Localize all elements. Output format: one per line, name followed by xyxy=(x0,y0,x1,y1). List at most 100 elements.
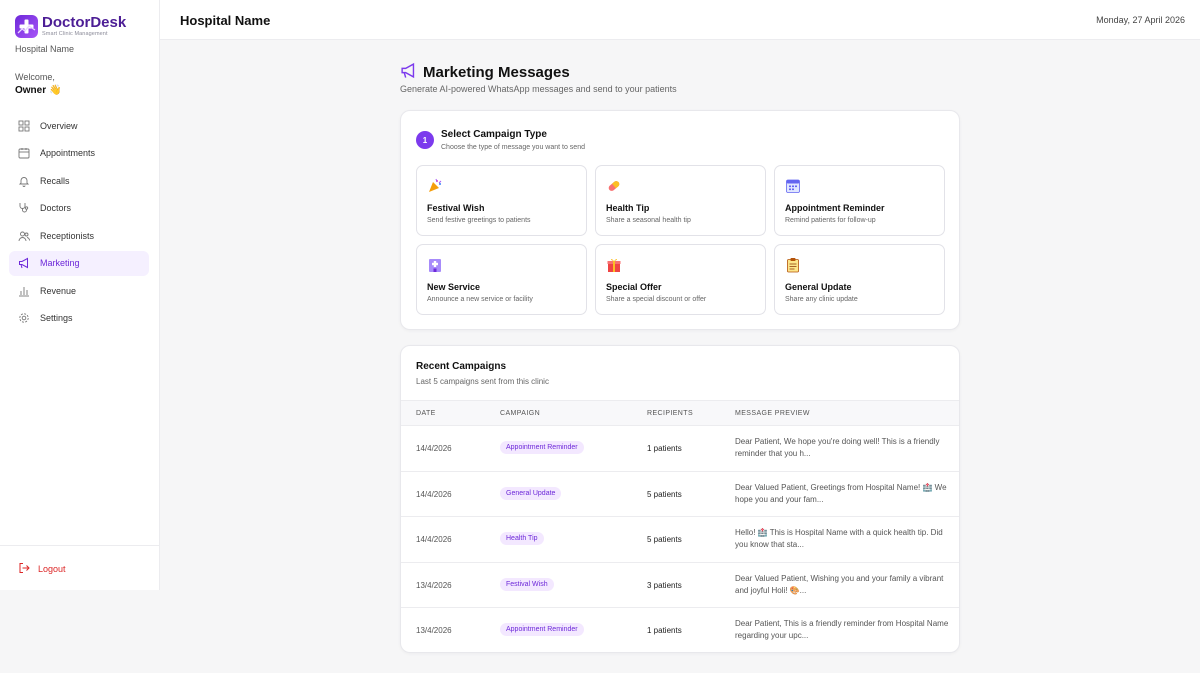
header-date: Monday, 27 April 2026 xyxy=(1096,15,1185,25)
campaign-type-appointment-reminder[interactable]: Appointment Reminder Remind patients for… xyxy=(774,165,945,236)
campaign-type-subtitle: Choose the type of message you want to s… xyxy=(441,144,585,151)
column-header-recipients: RECIPIENTS xyxy=(647,410,694,417)
brand[interactable]: DoctorDesk Smart Clinic Management xyxy=(15,15,126,38)
grid-icon xyxy=(18,120,30,132)
campaign-badge: General Update xyxy=(500,486,562,500)
user-name: Owner 👋 xyxy=(15,85,62,96)
row-recipients: 1 patients xyxy=(647,626,682,635)
campaign-type-new-service[interactable]: New Service Announce a new service or fa… xyxy=(416,244,587,315)
hospital-icon xyxy=(427,257,443,273)
gift-icon xyxy=(606,257,622,273)
row-date: 14/4/2026 xyxy=(416,444,452,453)
campaign-badge: Appointment Reminder xyxy=(500,623,584,636)
campaign-type-title: Select Campaign Type xyxy=(441,129,547,140)
sidebar-item-label: Receptionists xyxy=(40,230,95,241)
row-recipients: 5 patients xyxy=(647,535,682,544)
table-row[interactable]: 14/4/2026 Appointment Reminder 1 patient… xyxy=(401,426,959,472)
campaign-type-name: Health Tip xyxy=(606,203,650,213)
table-row[interactable]: 13/4/2026 Appointment Reminder 1 patient… xyxy=(401,608,959,652)
header-title: Hospital Name xyxy=(180,13,271,28)
top-header: Hospital Name Monday, 27 April 2026 xyxy=(160,0,1200,40)
gear-icon xyxy=(18,312,30,324)
sidebar-item-revenue[interactable]: Revenue xyxy=(9,278,149,303)
users-icon xyxy=(18,230,30,242)
sidebar: DoctorDesk Smart Clinic Management Hospi… xyxy=(0,0,160,590)
row-date: 14/4/2026 xyxy=(416,535,452,544)
campaign-type-festival-wish[interactable]: Festival Wish Send festive greetings to … xyxy=(416,165,587,236)
sidebar-hospital-name: Hospital Name xyxy=(15,44,75,54)
sidebar-item-label: Recalls xyxy=(40,175,70,186)
brand-tagline: Smart Clinic Management xyxy=(42,31,108,37)
logout-button[interactable]: Logout xyxy=(18,562,66,576)
campaign-badge: Festival Wish xyxy=(500,577,554,591)
row-message-preview: Dear Patient, We hope you're doing well!… xyxy=(735,437,940,458)
campaign-type-desc: Send festive greetings to patients xyxy=(427,217,531,224)
row-recipients: 3 patients xyxy=(647,580,682,590)
campaign-type-name: General Update xyxy=(785,282,852,292)
logout-label: Logout xyxy=(38,564,66,574)
campaign-type-desc: Remind patients for follow-up xyxy=(785,217,876,224)
campaign-type-desc: Share a special discount or offer xyxy=(606,296,707,303)
bell-icon xyxy=(18,175,30,187)
sidebar-item-recalls[interactable]: Recalls xyxy=(9,168,149,193)
campaign-badge: Health Tip xyxy=(500,532,544,545)
user-name-label: Owner xyxy=(15,85,47,96)
megaphone-icon xyxy=(400,62,417,83)
recent-campaigns-card: Recent Campaigns Last 5 campaigns sent f… xyxy=(400,345,960,653)
campaign-type-desc: Share any clinic update xyxy=(785,296,858,303)
sidebar-item-settings[interactable]: Settings xyxy=(9,306,149,331)
table-header: DATE CAMPAIGN RECIPIENTS MESSAGE PREVIEW xyxy=(401,400,959,426)
campaign-badge: Appointment Reminder xyxy=(500,441,584,454)
campaign-type-name: Appointment Reminder xyxy=(785,203,885,213)
sidebar-item-doctors[interactable]: Doctors xyxy=(9,196,149,221)
recent-campaigns-table: DATE CAMPAIGN RECIPIENTS MESSAGE PREVIEW… xyxy=(401,400,959,652)
campaign-type-general-update[interactable]: General Update Share any clinic update xyxy=(774,244,945,315)
row-date: 14/4/2026 xyxy=(416,489,452,499)
campaign-type-card: 1 Select Campaign Type Choose the type o… xyxy=(400,110,960,330)
sidebar-divider xyxy=(0,545,159,546)
sidebar-item-marketing[interactable]: Marketing xyxy=(9,250,149,276)
calendar-icon xyxy=(18,147,30,159)
sidebar-item-label: Appointments xyxy=(40,148,96,158)
campaign-type-name: New Service xyxy=(427,282,481,292)
stethoscope-icon xyxy=(18,202,30,214)
campaign-type-desc: Share a seasonal health tip xyxy=(606,217,691,224)
sidebar-item-appointments[interactable]: Appointments xyxy=(9,141,149,166)
campaign-type-health-tip[interactable]: Health Tip Share a seasonal health tip xyxy=(595,165,766,236)
sidebar-item-overview[interactable]: Overview xyxy=(9,113,149,138)
sidebar-item-label: Marketing xyxy=(40,258,80,268)
recent-campaigns-title: Recent Campaigns xyxy=(416,361,507,372)
campaign-type-desc: Announce a new service or facility xyxy=(427,296,533,303)
table-row[interactable]: 14/4/2026 Health Tip 5 patients Hello! 🏥… xyxy=(401,517,959,563)
brand-name: DoctorDesk xyxy=(42,14,127,31)
clipboard-icon xyxy=(785,257,801,273)
row-message-preview: Hello! 🏥 This is Hospital Name with a qu… xyxy=(735,528,943,549)
megaphone-icon xyxy=(18,257,30,269)
row-message-preview: Dear Valued Patient, Greetings from Hosp… xyxy=(735,482,947,504)
calendar-icon xyxy=(785,178,801,194)
column-header-campaign: CAMPAIGN xyxy=(500,410,541,417)
page-title-text: Marketing Messages xyxy=(423,64,570,81)
table-row[interactable]: 14/4/2026 General Update 5 patients Dear… xyxy=(401,472,959,517)
campaign-type-name: Special Offer xyxy=(606,282,662,292)
brand-logo-icon xyxy=(15,15,38,38)
sidebar-item-receptionists[interactable]: Receptionists xyxy=(9,223,149,248)
pill-icon xyxy=(606,178,622,194)
sidebar-nav: Overview Appointments Recalls Doctors Re… xyxy=(9,113,149,333)
sidebar-item-label: Overview xyxy=(40,120,78,131)
party-popper-icon xyxy=(427,178,443,194)
column-header-message-preview: MESSAGE PREVIEW xyxy=(735,410,810,417)
row-date: 13/4/2026 xyxy=(416,626,452,635)
page-subtitle: Generate AI-powered WhatsApp messages an… xyxy=(400,84,677,94)
row-date: 13/4/2026 xyxy=(416,580,452,590)
campaign-type-special-offer[interactable]: Special Offer Share a special discount o… xyxy=(595,244,766,315)
row-message-preview: Dear Valued Patient, Wishing you and you… xyxy=(735,573,944,595)
sidebar-item-label: Revenue xyxy=(40,285,77,296)
row-recipients: 5 patients xyxy=(647,489,682,499)
sidebar-item-label: Doctors xyxy=(40,203,72,213)
row-recipients: 1 patients xyxy=(647,444,682,453)
welcome-text: Welcome, xyxy=(15,72,55,82)
campaign-type-grid: Festival Wish Send festive greetings to … xyxy=(416,165,945,315)
table-row[interactable]: 13/4/2026 Festival Wish 3 patients Dear … xyxy=(401,563,959,608)
sidebar-item-label: Settings xyxy=(40,313,73,323)
